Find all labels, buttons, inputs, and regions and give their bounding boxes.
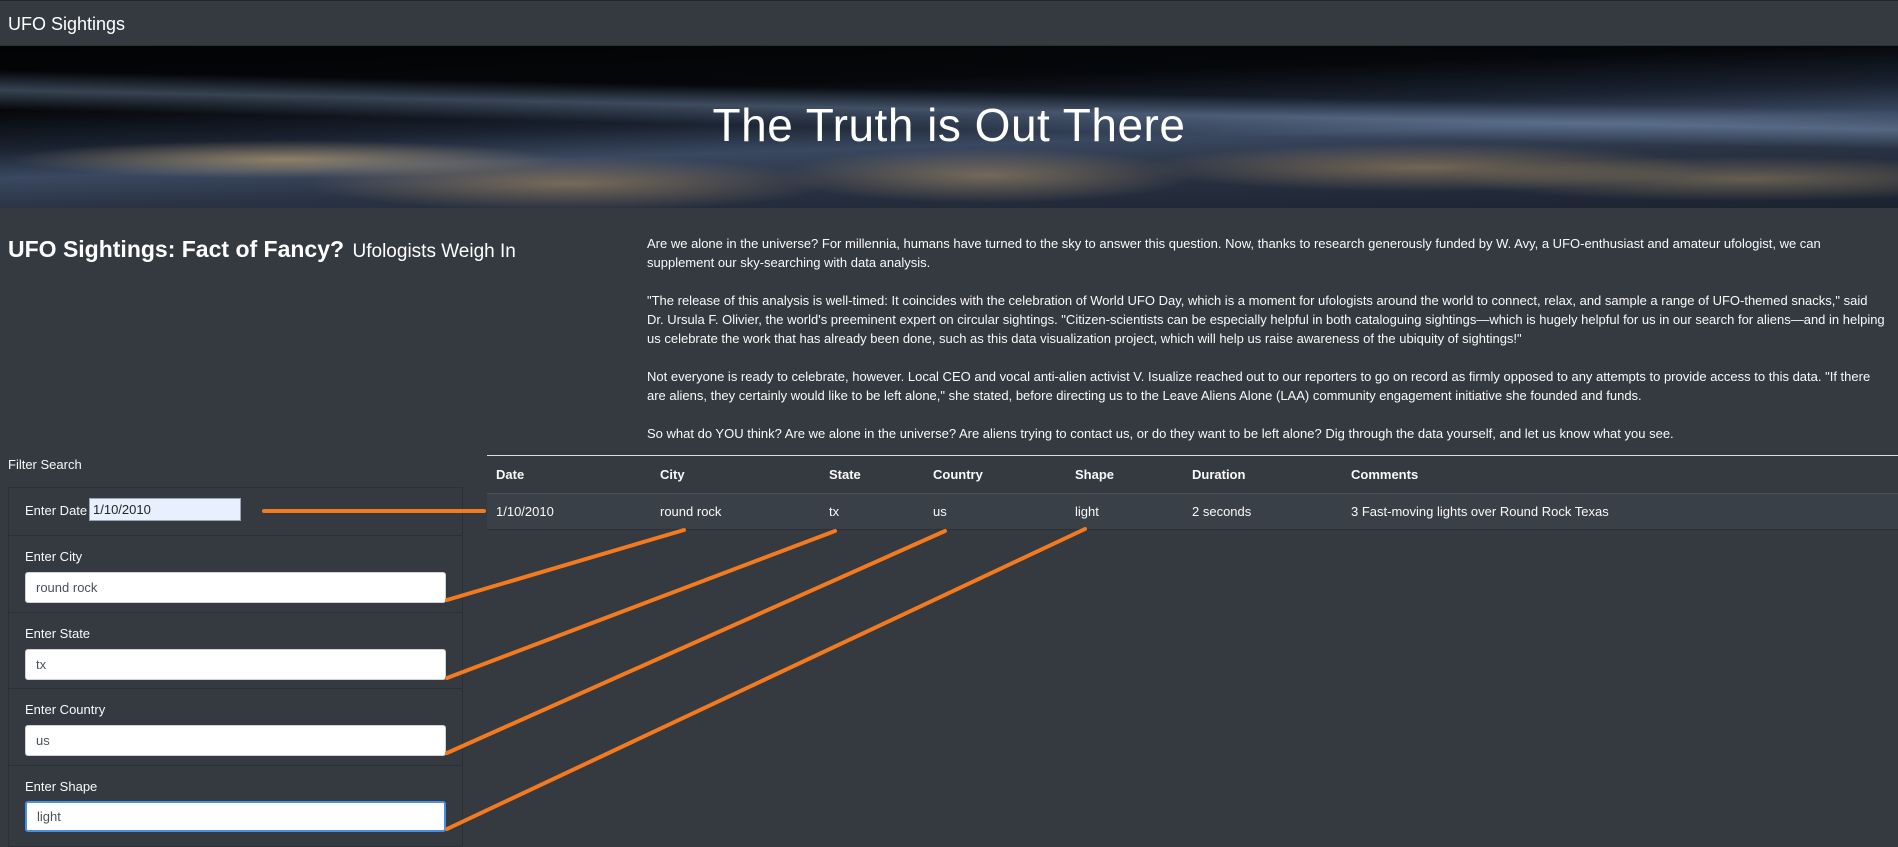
cell-duration: 2 seconds	[1183, 493, 1342, 530]
article-headline: UFO Sightings: Fact of Fancy? Ufologists…	[8, 236, 516, 263]
annotation-line-state	[445, 529, 837, 680]
header-country: Country	[924, 455, 1066, 494]
header-comments: Comments	[1342, 455, 1898, 494]
filter-country-row: Enter Country	[9, 689, 462, 766]
navbar: UFO Sightings	[0, 0, 1898, 46]
filter-city-row: Enter City	[9, 536, 462, 613]
shape-input[interactable]	[25, 801, 446, 832]
annotation-line-country	[445, 529, 947, 755]
header-duration: Duration	[1183, 455, 1342, 494]
sightings-table: Date City State Country Shape Duration C…	[487, 455, 1898, 530]
annotation-line-shape	[445, 527, 1087, 831]
article-body: Are we alone in the universe? For millen…	[647, 234, 1887, 462]
brand-link[interactable]: UFO Sightings	[8, 14, 125, 35]
filter-search-title: Filter Search	[8, 457, 82, 472]
sightings-table-container: Date City State Country Shape Duration C…	[487, 455, 1898, 530]
cell-state: tx	[820, 493, 924, 530]
cell-city: round rock	[651, 493, 820, 530]
headline-subtitle: Ufologists Weigh In	[352, 241, 516, 262]
cell-date: 1/10/2010	[487, 493, 651, 530]
filter-state-row: Enter State	[9, 613, 462, 689]
table-row: 1/10/2010 round rock tx us light 2 secon…	[487, 493, 1898, 530]
hero-title: The Truth is Out There	[712, 99, 1186, 151]
shape-label: Enter Shape	[25, 779, 98, 794]
header-shape: Shape	[1066, 455, 1183, 494]
header-date: Date	[487, 455, 651, 494]
filter-shape-row: Enter Shape	[9, 766, 462, 847]
table-header-row: Date City State Country Shape Duration C…	[487, 455, 1898, 494]
hero-banner: The Truth is Out There	[0, 46, 1898, 208]
cell-shape: light	[1066, 493, 1183, 530]
annotation-line-city	[445, 528, 686, 602]
date-input[interactable]	[89, 498, 241, 521]
state-label: Enter State	[25, 626, 91, 641]
city-label: Enter City	[25, 549, 83, 564]
article-paragraph: Not everyone is ready to celebrate, howe…	[647, 369, 1871, 403]
headline-title: UFO Sightings: Fact of Fancy?	[8, 236, 345, 262]
country-input[interactable]	[25, 725, 446, 756]
filter-panel: Enter Date Enter City Enter State Enter …	[8, 487, 463, 847]
header-state: State	[820, 455, 924, 494]
cell-country: us	[924, 493, 1066, 530]
article-paragraph: Are we alone in the universe? For millen…	[647, 236, 1821, 270]
header-city: City	[651, 455, 820, 494]
date-label: Enter Date	[25, 503, 88, 518]
article-paragraph: So what do YOU think? Are we alone in th…	[647, 426, 1674, 441]
filter-date-row: Enter Date	[9, 488, 462, 536]
country-label: Enter Country	[25, 702, 106, 717]
city-input[interactable]	[25, 572, 446, 603]
cell-comments: 3 Fast-moving lights over Round Rock Tex…	[1342, 493, 1898, 530]
state-input[interactable]	[25, 649, 446, 680]
article-paragraph: "The release of this analysis is well-ti…	[647, 293, 1885, 346]
